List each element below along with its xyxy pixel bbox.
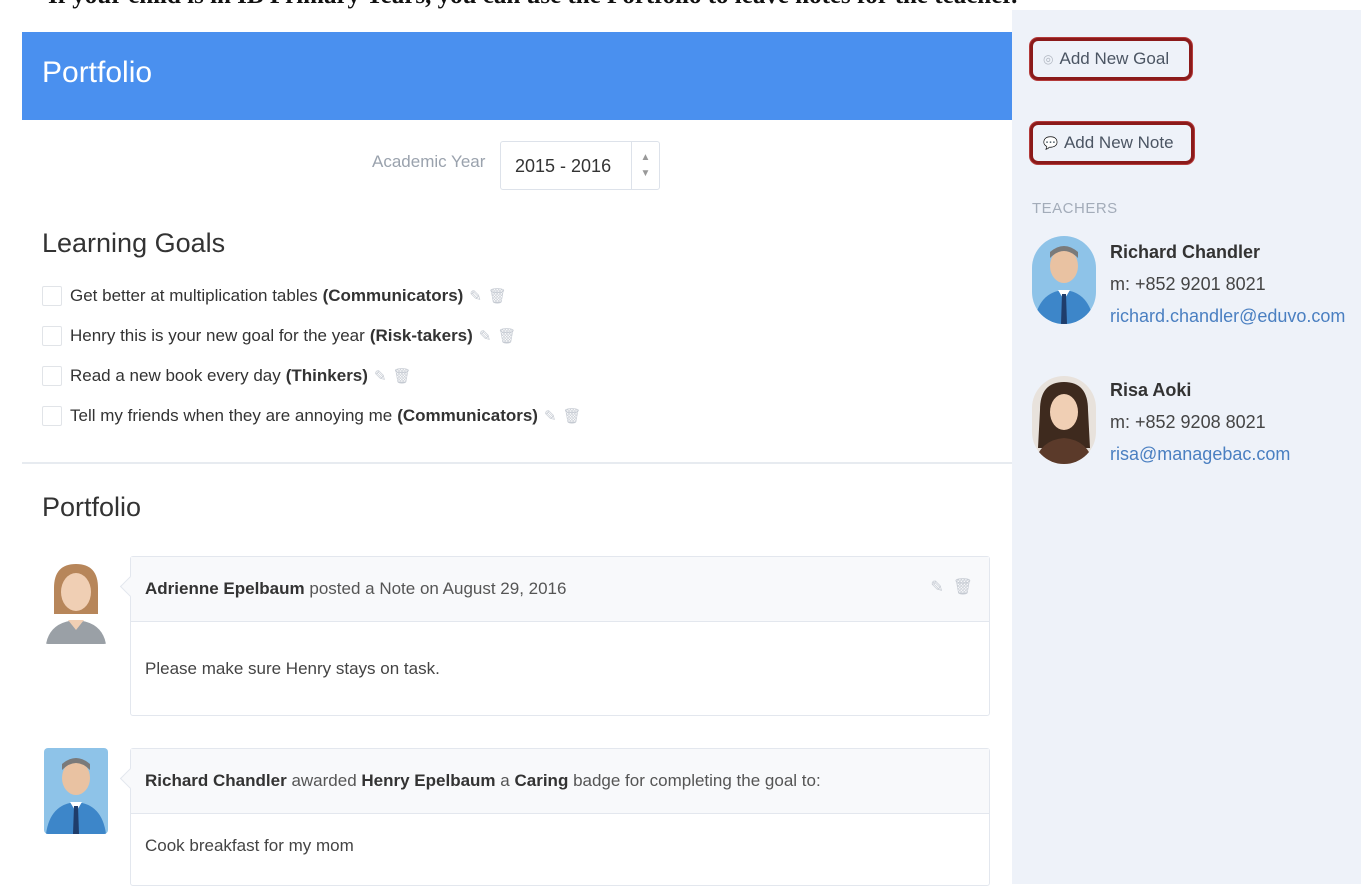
post-verb: awarded bbox=[291, 771, 357, 790]
section-divider bbox=[22, 462, 1012, 464]
main-panel: Portfolio Academic Year 2015 - 2016 ▲ ▼ L… bbox=[22, 10, 1012, 886]
avatar bbox=[44, 558, 108, 644]
goal-tag: (Risk-takers) bbox=[369, 326, 473, 345]
teacher-name: Risa Aoki bbox=[1110, 380, 1192, 400]
pencil-icon[interactable]: ✎ bbox=[469, 287, 482, 305]
teacher-email[interactable]: risa@managebac.com bbox=[1110, 444, 1290, 465]
goal-text: Henry this is your new goal for the year bbox=[70, 326, 365, 345]
pencil-icon[interactable]: ✎ bbox=[930, 579, 943, 596]
goal-tag: (Thinkers) bbox=[285, 366, 368, 385]
post-action: posted a Note on August 29, 2016 bbox=[309, 579, 567, 598]
post-header: Adrienne Epelbaum posted a Note on Augus… bbox=[131, 557, 989, 622]
post-actions: ✎ 🗑 bbox=[930, 577, 973, 597]
trash-icon[interactable]: 🗑 bbox=[563, 407, 582, 425]
academic-year-label: Academic Year bbox=[372, 152, 486, 171]
target-icon: ◎ bbox=[1043, 52, 1054, 66]
avatar bbox=[1032, 236, 1096, 324]
academic-year-select[interactable]: 2015 - 2016 ▲ ▼ bbox=[500, 141, 660, 190]
trash-icon[interactable]: 🗑 bbox=[497, 327, 516, 345]
add-new-goal-label: Add New Goal bbox=[1059, 49, 1170, 68]
teacher-phone: m: +852 9201 8021 bbox=[1110, 274, 1266, 294]
post-author[interactable]: Adrienne Epelbaum bbox=[145, 579, 305, 599]
trash-icon[interactable]: 🗑 bbox=[393, 367, 412, 385]
pencil-icon[interactable]: ✎ bbox=[544, 407, 557, 425]
app-canvas: Portfolio Academic Year 2015 - 2016 ▲ ▼ L… bbox=[22, 10, 1361, 886]
post-student[interactable]: Henry Epelbaum bbox=[361, 771, 495, 791]
portfolio-title: Portfolio bbox=[42, 492, 142, 522]
goal-checkbox[interactable] bbox=[42, 406, 62, 426]
goal-tag: (Communicators) bbox=[322, 286, 464, 305]
teachers-label: TEACHERS bbox=[1032, 200, 1118, 217]
pencil-icon[interactable]: ✎ bbox=[374, 367, 387, 385]
goal-checkbox[interactable] bbox=[42, 326, 62, 346]
add-new-note-button[interactable]: 💬 Add New Note bbox=[1030, 122, 1194, 164]
teacher-phone: m: +852 9208 8021 bbox=[1110, 412, 1266, 432]
trash-icon[interactable]: 🗑 bbox=[953, 579, 973, 596]
goal-tag: (Communicators) bbox=[397, 406, 538, 425]
teacher-name: Richard Chandler bbox=[1110, 242, 1261, 262]
goal-checkbox[interactable] bbox=[42, 286, 62, 306]
goal-text: Read a new book every day bbox=[70, 366, 281, 385]
pencil-icon[interactable]: ✎ bbox=[479, 327, 492, 345]
goal-text: Get better at multiplication tables bbox=[70, 286, 318, 305]
academic-year-value: 2015 - 2016 bbox=[515, 156, 612, 176]
post-badge: Caring bbox=[514, 771, 569, 790]
add-new-goal-button[interactable]: ◎ Add New Goal bbox=[1030, 38, 1192, 80]
goal-item: Tell my friends when they are annoying m… bbox=[42, 402, 582, 430]
goal-checkbox[interactable] bbox=[42, 366, 62, 386]
avatar bbox=[44, 748, 108, 834]
goal-item: Henry this is your new goal for the year… bbox=[42, 322, 516, 350]
speech-bubble-icon: 💬 bbox=[1043, 136, 1058, 150]
spinner-icon[interactable]: ▲ ▼ bbox=[631, 142, 659, 189]
page-title: Portfolio bbox=[42, 56, 153, 89]
tutorial-caption: If your child is in IB Primary Years, yo… bbox=[48, 0, 1017, 10]
goal-item: Read a new book every day (Thinkers) ✎ 🗑 bbox=[42, 362, 412, 390]
post-header: Richard Chandler awarded Henry Epelbaum … bbox=[131, 749, 989, 814]
teacher-email[interactable]: richard.chandler@eduvo.com bbox=[1110, 306, 1345, 327]
goal-item: Get better at multiplication tables (Com… bbox=[42, 282, 507, 310]
post-body: Cook breakfast for my mom bbox=[145, 836, 354, 855]
learning-goals-title: Learning Goals bbox=[42, 228, 226, 258]
post-author[interactable]: Richard Chandler bbox=[145, 771, 287, 791]
post-rest: badge for completing the goal to: bbox=[573, 771, 821, 790]
post-article: a bbox=[500, 771, 510, 790]
post-body: Please make sure Henry stays on task. bbox=[145, 659, 440, 678]
add-new-note-label: Add New Note bbox=[1063, 133, 1174, 152]
portfolio-post: Adrienne Epelbaum posted a Note on Augus… bbox=[119, 556, 990, 716]
portfolio-post: Richard Chandler awarded Henry Epelbaum … bbox=[119, 748, 990, 886]
trash-icon[interactable]: 🗑 bbox=[488, 287, 507, 305]
goal-text: Tell my friends when they are annoying m… bbox=[70, 406, 393, 425]
avatar bbox=[1032, 376, 1096, 464]
page-header: Portfolio bbox=[22, 32, 1012, 120]
